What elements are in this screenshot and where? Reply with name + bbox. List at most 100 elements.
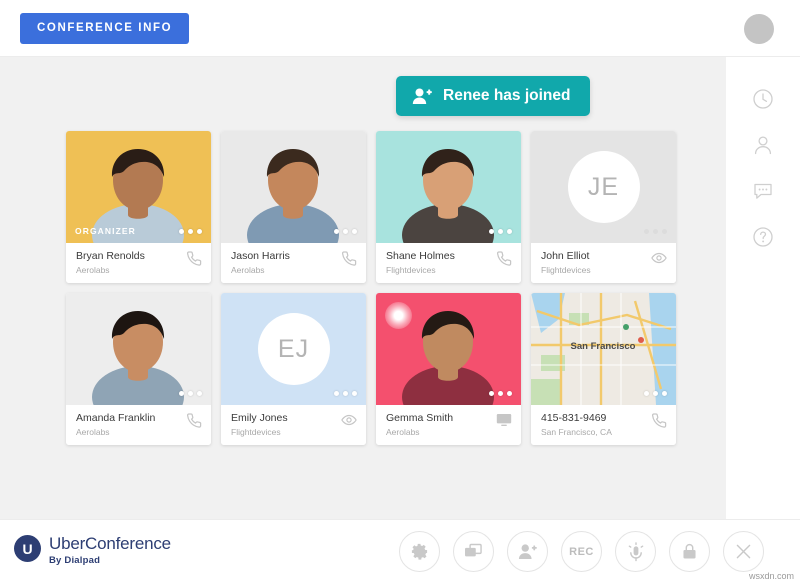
participant-photo — [221, 131, 366, 243]
participant-org: Flightdevices — [541, 265, 591, 275]
screen-icon[interactable] — [496, 412, 512, 427]
participant-media: San Francisco — [531, 293, 676, 405]
call-toolbar: REC — [399, 531, 764, 572]
participant-info: Emily Jones Flightdevices — [221, 405, 366, 445]
participant-initials: JE — [567, 151, 640, 223]
microphone-icon — [627, 541, 645, 562]
more-options-icon[interactable] — [489, 229, 512, 234]
brand-subtitle: By Dialpad — [49, 555, 101, 566]
lock-icon — [681, 542, 698, 561]
participant-name: Jason Harris — [231, 250, 290, 262]
mute-button[interactable] — [615, 531, 656, 572]
participant-initials-avatar: EJ — [221, 293, 366, 405]
close-icon — [734, 542, 753, 561]
participant-info: Bryan Renolds Aerolabs — [66, 243, 211, 283]
settings-button[interactable] — [399, 531, 440, 572]
gear-icon — [410, 542, 429, 561]
participant-media — [221, 131, 366, 243]
record-icon: REC — [569, 545, 594, 558]
participant-org: Flightdevices — [386, 265, 436, 275]
bottom-bar: U UberConference By Dialpad REC wsxdn.co… — [0, 519, 800, 584]
right-sidebar — [726, 57, 800, 519]
join-notification: Renee has joined — [396, 76, 591, 116]
participant-org: Aerolabs — [231, 265, 265, 275]
participant-name: Shane Holmes — [386, 250, 455, 262]
participant-info: 415-831-9469 San Francisco, CA — [531, 405, 676, 445]
phone-icon[interactable] — [652, 412, 667, 428]
participant-name: Bryan Renolds — [76, 250, 145, 262]
participant-card[interactable]: JE John Elliot Flightdevices — [531, 131, 676, 283]
more-options-icon[interactable] — [644, 391, 667, 396]
brand: U UberConference By Dialpad — [14, 534, 171, 566]
phone-icon[interactable] — [187, 250, 202, 266]
sidebar-item-participants[interactable] — [741, 123, 785, 167]
participant-org: Flightdevices — [231, 427, 281, 437]
participant-media — [66, 293, 211, 405]
participant-name: 415-831-9469 — [541, 412, 607, 424]
sidebar-item-chat[interactable] — [741, 169, 785, 213]
participant-info: Amanda Franklin Aerolabs — [66, 405, 211, 445]
participant-name: Amanda Franklin — [76, 412, 156, 424]
person-add-icon — [412, 87, 432, 105]
participant-name: John Elliot — [541, 250, 590, 262]
participant-card[interactable]: Jason Harris Aerolabs — [221, 131, 366, 283]
record-button[interactable]: REC — [561, 531, 602, 572]
participant-name: Emily Jones — [231, 412, 288, 424]
brand-name: UberConference — [49, 534, 171, 553]
more-options-icon[interactable] — [179, 229, 202, 234]
participant-name: Gemma Smith — [386, 412, 454, 424]
organizer-badge: ORGANIZER — [75, 226, 136, 236]
participant-media — [376, 131, 521, 243]
eye-icon[interactable] — [651, 250, 667, 265]
uberconference-logo: U — [14, 535, 41, 562]
more-options-icon[interactable] — [334, 229, 357, 234]
sidebar-item-history[interactable] — [741, 77, 785, 121]
lock-button[interactable] — [669, 531, 710, 572]
participant-card[interactable]: Amanda Franklin Aerolabs — [66, 293, 211, 445]
phone-icon[interactable] — [187, 412, 202, 428]
top-bar: CONFERENCE INFO — [0, 0, 800, 57]
participant-info: Gemma Smith Aerolabs — [376, 405, 521, 445]
phone-icon[interactable] — [342, 250, 357, 266]
more-options-icon[interactable] — [334, 391, 357, 396]
participant-org: Aerolabs — [386, 427, 420, 437]
participant-initials-avatar: JE — [531, 131, 676, 243]
end-call-button[interactable] — [723, 531, 764, 572]
more-options-icon[interactable] — [489, 391, 512, 396]
sidebar-item-help[interactable] — [741, 215, 785, 259]
participant-org: Aerolabs — [76, 427, 110, 437]
participant-card[interactable]: San Francisco 415-831-9469 San Francisco, … — [531, 293, 676, 445]
participant-media: ORGANIZER — [66, 131, 211, 243]
participant-media — [376, 293, 521, 405]
more-options-icon[interactable] — [644, 229, 667, 234]
svg-text:San Francisco: San Francisco — [571, 341, 636, 352]
participant-org: Aerolabs — [76, 265, 110, 275]
add-participant-button[interactable] — [507, 531, 548, 572]
watermark: wsxdn.com — [748, 571, 794, 581]
participant-card[interactable]: EJ Emily Jones Flightdevices — [221, 293, 366, 445]
participant-initials: EJ — [257, 313, 330, 385]
conference-info-button[interactable]: CONFERENCE INFO — [20, 13, 190, 44]
participant-photo — [376, 131, 521, 243]
participant-info: Shane Holmes Flightdevices — [376, 243, 521, 283]
participant-info: John Elliot Flightdevices — [531, 243, 676, 283]
participant-grid: ORGANIZER Bryan Renolds Aerolabs Jason Harr… — [66, 131, 676, 445]
participant-card[interactable]: ORGANIZER Bryan Renolds Aerolabs — [66, 131, 211, 283]
participant-photo — [66, 293, 211, 405]
uberconference-app: CONFERENCE INFO Renee has joined ORGANIZ… — [0, 0, 800, 584]
join-notification-text: Renee has joined — [443, 87, 571, 104]
location-map: San Francisco — [531, 293, 676, 405]
participant-media: EJ — [221, 293, 366, 405]
phone-icon[interactable] — [497, 250, 512, 266]
person-add-icon — [518, 543, 537, 560]
speaking-indicator — [385, 302, 412, 329]
participant-org: San Francisco, CA — [541, 427, 612, 437]
eye-icon[interactable] — [341, 412, 357, 427]
participant-card[interactable]: Gemma Smith Aerolabs — [376, 293, 521, 445]
more-options-icon[interactable] — [179, 391, 202, 396]
screen-share-icon — [464, 543, 483, 560]
participant-info: Jason Harris Aerolabs — [221, 243, 366, 283]
participant-card[interactable]: Shane Holmes Flightdevices — [376, 131, 521, 283]
avatar[interactable] — [744, 14, 774, 44]
screen-share-button[interactable] — [453, 531, 494, 572]
